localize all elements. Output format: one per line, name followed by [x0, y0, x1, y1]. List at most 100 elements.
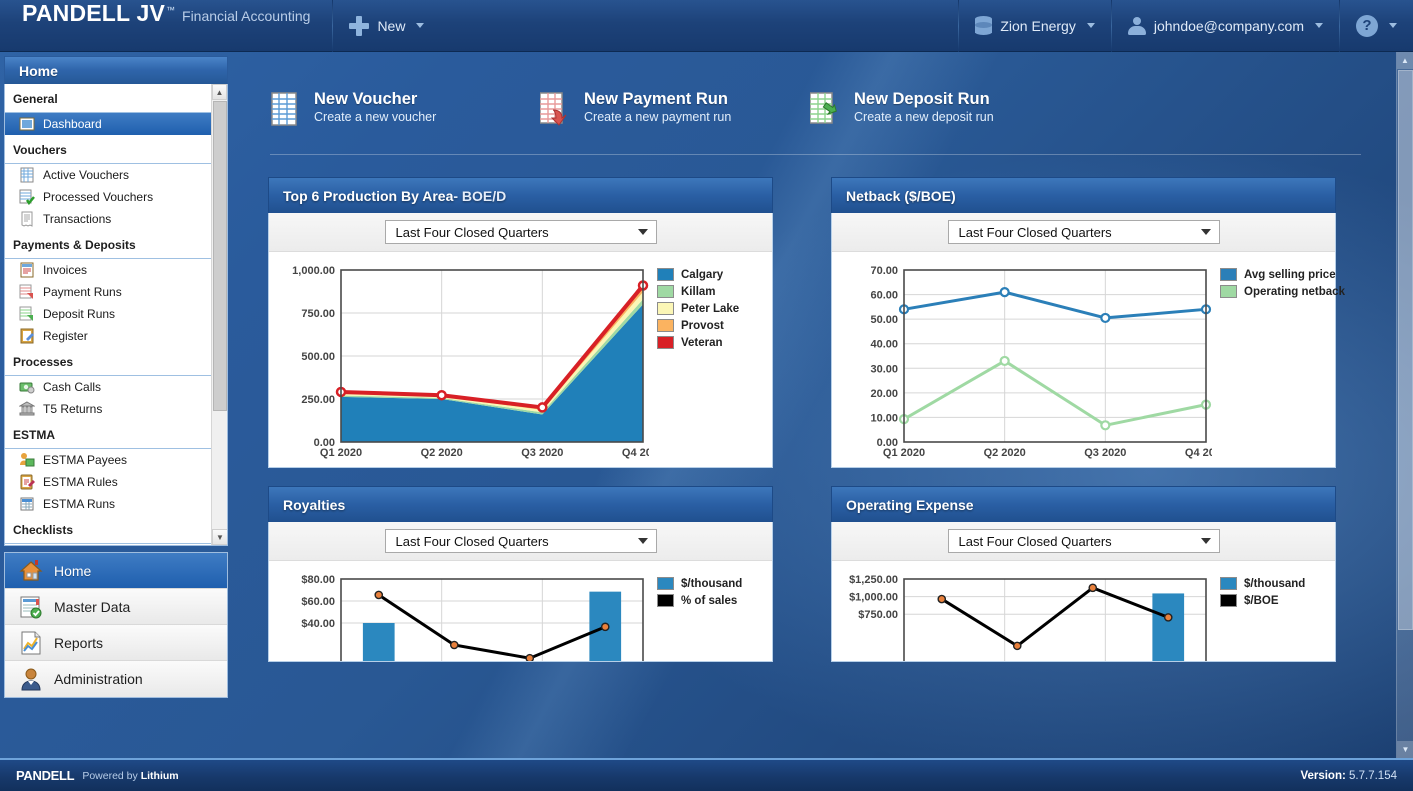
sidebar-item-deposit-runs[interactable]: Deposit Runs	[5, 303, 211, 325]
legend-item: $/thousand	[657, 577, 762, 590]
panel-title-bar: Operating Expense	[831, 486, 1336, 522]
period-filter-dropdown[interactable]: Last Four Closed Quarters	[947, 220, 1220, 244]
panel-body: Last Four Closed Quarters 0.00 250.00 500.0…	[268, 213, 773, 468]
new-menu-button[interactable]: New	[333, 0, 440, 52]
content-scrollbar[interactable]: ▲ ▼	[1396, 52, 1413, 758]
mainnav-item-administration[interactable]: Administration	[5, 661, 227, 697]
sidebar-item-active-vouchers[interactable]: Active Vouchers	[5, 164, 211, 186]
chart-container: $40.00 $60.00 $80.00 $/thousand % of sales	[269, 561, 772, 661]
period-filter-dropdown[interactable]: Last Four Closed Quarters	[384, 529, 657, 553]
panel-top-6-production-by-area: Top 6 Production By Area - BOE/D Last Fou…	[268, 177, 773, 468]
user-email-label: johndoe@company.com	[1153, 17, 1304, 34]
period-filter-dropdown[interactable]: Last Four Closed Quarters	[384, 220, 657, 244]
scroll-up-icon[interactable]: ▲	[212, 84, 227, 100]
mainnav-item-home[interactable]: Home	[5, 553, 227, 589]
svg-text:1,000.00: 1,000.00	[292, 265, 335, 277]
chart-svg: 0.00250.00500.00750.001,000.00Q1 2020 Q2 …	[292, 265, 649, 459]
quick-action-new-payment-run[interactable]: New Payment Run Create a new payment run	[540, 90, 810, 126]
user-menu[interactable]: johndoe@company.com	[1112, 0, 1339, 52]
help-menu[interactable]: ?	[1340, 0, 1413, 52]
sidebar-item-register[interactable]: Register	[5, 325, 211, 347]
quick-action-title: New Payment Run	[584, 90, 728, 108]
scroll-down-icon[interactable]: ▼	[212, 529, 227, 545]
body-container: Home General Dashboard Vouchers Active Vouc…	[0, 52, 1413, 758]
sidebar-scroll-region: General Dashboard Vouchers Active Vouchers P…	[4, 84, 228, 546]
payment-run-icon	[540, 92, 572, 126]
chart-legend: Avg selling price Operating netback	[1212, 262, 1345, 463]
sidebar-item-invoices[interactable]: Invoices	[5, 259, 211, 281]
sidebar-item-label: Payment Runs	[43, 285, 122, 299]
voucher-icon	[270, 92, 302, 126]
sidebar-group-label: ESTMA	[5, 420, 211, 449]
legend-item: Calgary	[657, 268, 762, 281]
svg-text:40.00: 40.00	[870, 339, 898, 351]
sidebar-item-label: ESTMA Runs	[43, 497, 116, 511]
brand-subtitle: Financial Accounting	[182, 8, 311, 24]
invoice-icon	[19, 262, 35, 278]
sidebar-scrollbar[interactable]: ▲ ▼	[211, 84, 227, 545]
legend-item: Peter Lake	[657, 302, 762, 315]
sidebar-item-t5-returns[interactable]: T5 Returns	[5, 398, 211, 420]
panel-operating-expense: Operating Expense Last Four Closed Quarte…	[831, 486, 1336, 662]
main-content: New Voucher Create a new voucher New Payme…	[232, 52, 1413, 758]
payment-run-icon	[19, 284, 35, 300]
quick-action-new-deposit-run[interactable]: New Deposit Run Create a new deposit run	[810, 90, 994, 126]
panel-royalties: Royalties Last Four Closed Quarters $40.00…	[268, 486, 773, 662]
sidebar-group-label: Vouchers	[5, 135, 211, 164]
chart-legend: $/thousand % of sales	[649, 571, 762, 661]
svg-text:Q3 2020: Q3 2020	[521, 447, 563, 459]
legend-swatch	[657, 594, 674, 607]
legend-label: Killam	[681, 285, 716, 298]
chevron-down-icon	[637, 229, 648, 235]
quick-action-title: New Voucher	[314, 90, 418, 108]
mainnav-item-master-data[interactable]: Master Data	[5, 589, 227, 625]
panel-title: Operating Expense	[846, 496, 974, 513]
chevron-down-icon	[1315, 23, 1323, 28]
legend-swatch	[1220, 285, 1237, 298]
sidebar-item-payment-runs[interactable]: Payment Runs	[5, 281, 211, 303]
svg-text:60.00: 60.00	[870, 290, 898, 302]
sidebar-item-label: Deposit Runs	[43, 307, 116, 321]
brand-name: PANDELL JV	[22, 0, 166, 26]
dashboard-panel-grid: Top 6 Production By Area - BOE/D Last Fou…	[260, 155, 1391, 662]
sidebar-item-processed-vouchers[interactable]: Processed Vouchers	[5, 186, 211, 208]
legend-label: Avg selling price	[1244, 268, 1336, 281]
sidebar-item-transactions[interactable]: Transactions	[5, 208, 211, 230]
reports-icon	[19, 631, 43, 655]
quick-actions-row: New Voucher Create a new voucher New Payme…	[260, 52, 1391, 126]
period-filter-dropdown[interactable]: Last Four Closed Quarters	[947, 529, 1220, 553]
sidebar-scrollbar-thumb[interactable]	[213, 101, 227, 411]
scroll-up-icon[interactable]: ▲	[1397, 52, 1413, 69]
chevron-down-icon	[1389, 23, 1397, 28]
svg-text:Q4 2020: Q4 2020	[622, 447, 649, 459]
svg-text:500.00: 500.00	[301, 351, 335, 363]
svg-text:10.00: 10.00	[870, 412, 898, 424]
svg-text:70.00: 70.00	[870, 265, 898, 277]
sidebar-item-label: Transactions	[43, 212, 112, 226]
content-scrollbar-thumb[interactable]	[1398, 70, 1413, 630]
panel-toolbar: Last Four Closed Quarters	[832, 522, 1335, 561]
sidebar-item-dashboard[interactable]: Dashboard	[5, 113, 211, 135]
company-selector[interactable]: Zion Energy	[959, 0, 1110, 52]
deposit-run-icon	[810, 92, 842, 126]
sidebar-item-estma-rules[interactable]: ESTMA Rules	[5, 471, 211, 493]
panel-title: Royalties	[283, 496, 346, 513]
plot-area: 0.00 10.00 20.00 30.00 40.00 50.00 60.00 70.00 Q…	[842, 262, 1212, 463]
chevron-down-icon	[1200, 229, 1211, 235]
payees-icon	[19, 452, 35, 468]
brand-logo: PANDELL JV ™ Financial Accounting	[0, 0, 332, 51]
sidebar-title: Home	[4, 56, 228, 84]
scroll-down-icon[interactable]: ▼	[1397, 741, 1413, 758]
legend-label: Calgary	[681, 268, 724, 281]
svg-text:$60.00: $60.00	[301, 596, 335, 608]
sidebar-group-label: General	[5, 84, 211, 113]
sidebar-item-cash-calls[interactable]: Cash Calls	[5, 376, 211, 398]
home-icon	[19, 559, 43, 583]
sidebar-item-estma-payees[interactable]: ESTMA Payees	[5, 449, 211, 471]
bank-icon	[19, 401, 35, 417]
mainnav-item-reports[interactable]: Reports	[5, 625, 227, 661]
quick-action-new-voucher[interactable]: New Voucher Create a new voucher	[270, 90, 540, 126]
legend-label: $/thousand	[681, 577, 743, 590]
sidebar-item-estma-runs[interactable]: ESTMA Runs	[5, 493, 211, 515]
sidebar-group-label: Payments & Deposits	[5, 230, 211, 259]
